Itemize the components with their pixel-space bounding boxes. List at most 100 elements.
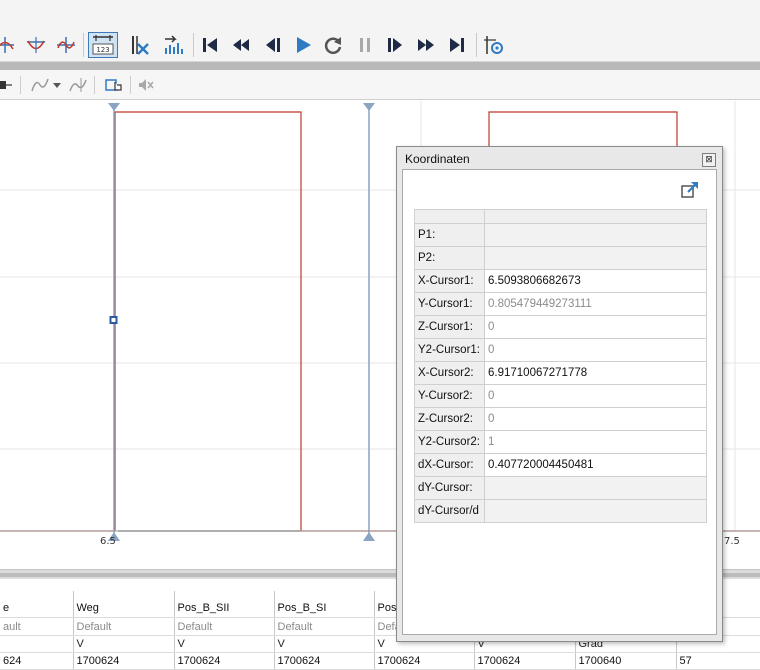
toolbar-separator xyxy=(130,76,131,94)
toolbar-band xyxy=(0,62,760,70)
repeat-icon[interactable] xyxy=(320,32,346,58)
z-cursor1-value: 0 xyxy=(484,315,707,339)
table-cell: V xyxy=(73,635,175,653)
toolbar-separator xyxy=(193,33,194,57)
table-cell: Default xyxy=(274,617,375,636)
table-row: dY-Cursor: xyxy=(414,476,707,500)
table-header-row xyxy=(414,209,707,224)
y2-cursor2-value: 1 xyxy=(484,430,707,454)
dx-cursor-value: 0.407720004450481 xyxy=(484,453,707,477)
step-forward-icon[interactable] xyxy=(383,32,409,58)
y-cursor1-label: Y-Cursor1: xyxy=(414,292,485,316)
mute-icon[interactable] xyxy=(134,74,158,96)
dialog-content: P1: P2: X-Cursor1: 6.5093806682673 Y-Cur… xyxy=(402,169,717,635)
y-cursor2-label: Y-Cursor2: xyxy=(414,384,485,408)
table-row: Y2-Cursor2: 1 xyxy=(414,430,707,454)
table-row: Y2-Cursor1: 0 xyxy=(414,338,707,362)
p2-value xyxy=(484,246,707,270)
y2-cursor1-label: Y2-Cursor1: xyxy=(414,338,485,362)
table-cell: 1700624 xyxy=(274,652,375,670)
p1-value xyxy=(484,223,707,247)
y-cursor1-value: 0.805479449273111 xyxy=(484,292,707,316)
fast-forward-icon[interactable] xyxy=(413,32,439,58)
table-row: P2: xyxy=(414,246,707,270)
coordinates-button-label: 123 xyxy=(96,46,109,54)
table-cell: V xyxy=(274,635,375,653)
cursor-peak-icon[interactable] xyxy=(0,32,18,58)
dialog-title: Koordinaten xyxy=(405,152,470,166)
coordinates-table: P1: P2: X-Cursor1: 6.5093806682673 Y-Cur… xyxy=(414,209,707,523)
curve-style-icon[interactable] xyxy=(28,74,52,96)
table-cell: Default xyxy=(174,617,275,636)
skip-to-start-icon[interactable] xyxy=(197,32,223,58)
table-cell: ault xyxy=(0,617,74,636)
cursor-valley-icon[interactable] xyxy=(23,32,49,58)
table-cell: 1700624 xyxy=(374,652,475,670)
x-cursor1-value: 6.5093806682673 xyxy=(484,269,707,293)
table-cell: 57 xyxy=(676,652,760,670)
p1-label: P1: xyxy=(414,223,485,247)
table-cell: 624 xyxy=(0,652,74,670)
chevron-down-icon[interactable] xyxy=(50,74,64,96)
curve-marker-icon[interactable] xyxy=(66,74,90,96)
show-coordinates-icon[interactable]: 123 xyxy=(88,32,118,58)
table-row: Z-Cursor1: 0 xyxy=(414,315,707,339)
toolbar-separator xyxy=(83,33,84,57)
table-cell: 1700624 xyxy=(174,652,275,670)
remove-cursor-icon[interactable] xyxy=(126,32,152,58)
table-row: P1: xyxy=(414,223,707,247)
table-row: dX-Cursor: 0.407720004450481 xyxy=(414,453,707,477)
step-back-icon[interactable] xyxy=(259,32,285,58)
cursor-1[interactable] xyxy=(108,103,120,541)
table-row: dY-Cursor/d xyxy=(414,499,707,523)
y2-cursor1-value: 0 xyxy=(484,338,707,362)
pause-icon[interactable] xyxy=(352,32,378,58)
skip-to-end-icon[interactable] xyxy=(444,32,470,58)
table-row: X-Cursor2: 6.91710067271778 xyxy=(414,361,707,385)
cursor-settings-icon[interactable] xyxy=(481,32,507,58)
channel-name-cell[interactable]: Weg xyxy=(73,591,175,619)
cursor-cross-icon[interactable] xyxy=(53,32,79,58)
y-cursor2-value: 0 xyxy=(484,384,707,408)
p2-label: P2: xyxy=(414,246,485,270)
secondary-toolbar xyxy=(0,70,760,100)
dy-cursor-dx-value xyxy=(484,499,707,523)
x-tick-label: 6.5 xyxy=(100,536,116,547)
toolbar-separator xyxy=(476,33,477,57)
table-cell xyxy=(0,635,74,653)
table-row: 624 1700624 1700624 1700624 1700624 1700… xyxy=(0,652,760,670)
z-cursor2-label: Z-Cursor2: xyxy=(414,407,485,431)
table-row: Y-Cursor2: 0 xyxy=(414,384,707,408)
axis-icon[interactable] xyxy=(0,74,16,96)
x-cursor2-value: 6.91710067271778 xyxy=(484,361,707,385)
table-row: X-Cursor1: 6.5093806682673 xyxy=(414,269,707,293)
channel-name-cell[interactable]: Pos_B_SI xyxy=(274,591,375,619)
table-row: Z-Cursor2: 0 xyxy=(414,407,707,431)
x-cursor2-label: X-Cursor2: xyxy=(414,361,485,385)
play-icon[interactable] xyxy=(290,32,316,58)
fast-rewind-icon[interactable] xyxy=(228,32,254,58)
table-cell: V xyxy=(174,635,275,653)
channel-name-cell[interactable]: Pos_B_SII xyxy=(174,591,275,619)
x-cursor1-label: X-Cursor1: xyxy=(414,269,485,293)
y2-cursor2-label: Y2-Cursor2: xyxy=(414,430,485,454)
dy-cursor-dx-label: dY-Cursor/d xyxy=(414,499,485,523)
dy-cursor-value xyxy=(484,476,707,500)
hand-cursor-icon[interactable] xyxy=(102,74,126,96)
close-button[interactable]: ⊠ xyxy=(702,153,716,167)
export-icon[interactable] xyxy=(680,180,700,200)
table-cell: Default xyxy=(73,617,175,636)
table-row: Y-Cursor1: 0.805479449273111 xyxy=(414,292,707,316)
main-toolbar: 123 xyxy=(0,0,760,62)
channel-name-cell[interactable]: e xyxy=(0,591,74,619)
table-cell: 1700624 xyxy=(73,652,175,670)
z-cursor1-label: Z-Cursor1: xyxy=(414,315,485,339)
toolbar-separator xyxy=(20,76,21,94)
zoom-bars-icon[interactable] xyxy=(160,32,186,58)
table-cell: 1700640 xyxy=(575,652,677,670)
cursor-2[interactable] xyxy=(363,103,375,541)
coordinates-dialog: Koordinaten ⊠ P1: P2: X-Cursor1: 6.50938… xyxy=(396,146,723,642)
table-cell: 1700624 xyxy=(474,652,576,670)
dx-cursor-label: dX-Cursor: xyxy=(414,453,485,477)
toolbar-separator xyxy=(94,76,95,94)
